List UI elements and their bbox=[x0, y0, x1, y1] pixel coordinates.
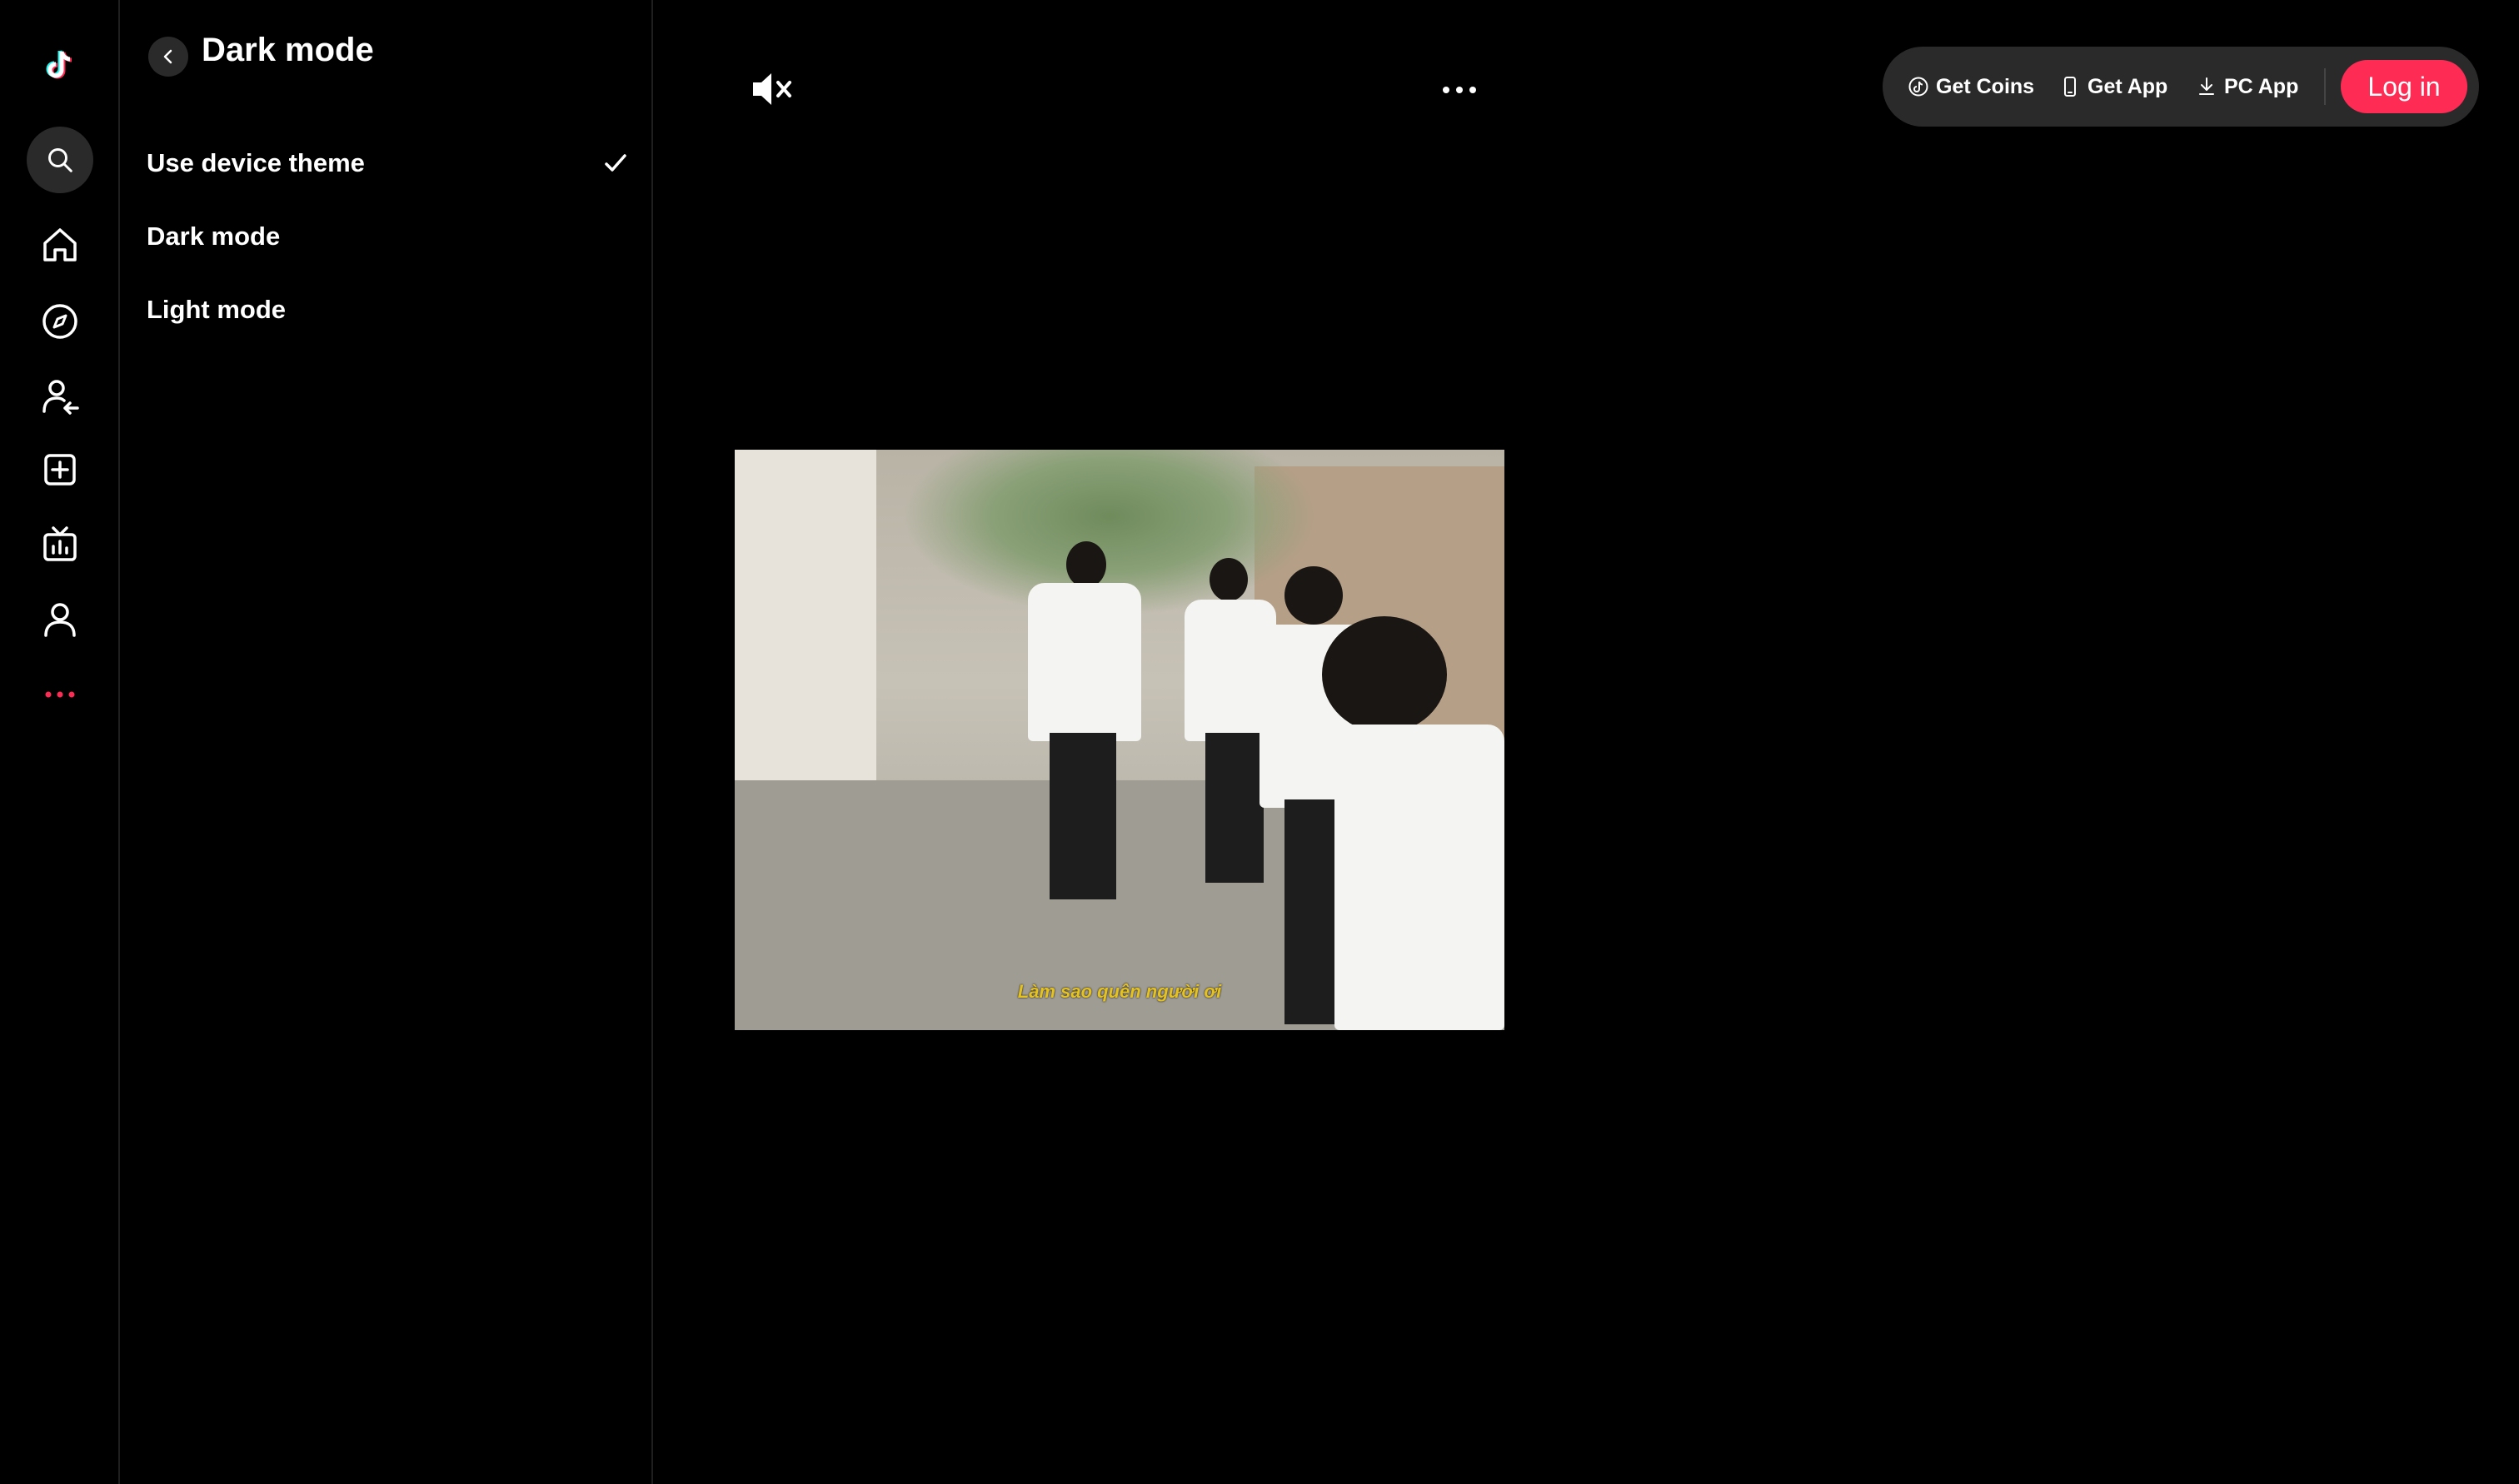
following-icon bbox=[42, 380, 79, 415]
pc-app-label: PC App bbox=[2224, 74, 2299, 98]
home-icon bbox=[43, 228, 77, 261]
login-button[interactable]: Log in bbox=[2341, 60, 2467, 113]
mute-button[interactable] bbox=[750, 68, 796, 110]
get-coins-link[interactable]: Get Coins bbox=[1908, 70, 2034, 103]
get-app-link[interactable]: Get App bbox=[2059, 70, 2167, 103]
panel-title: Dark mode bbox=[202, 32, 374, 68]
video-player[interactable]: Làm sao quên người ơi bbox=[735, 450, 1504, 1030]
home-button[interactable] bbox=[27, 212, 93, 278]
option-light-mode[interactable]: Light mode bbox=[147, 285, 630, 335]
video-figure bbox=[1050, 733, 1116, 899]
option-use-device-theme[interactable]: Use device theme bbox=[147, 138, 630, 188]
icon-rail bbox=[0, 0, 120, 1484]
video-caption: Làm sao quên người ơi bbox=[1017, 981, 1222, 1002]
get-coins-label: Get Coins bbox=[1936, 74, 2035, 98]
tiktok-logo-icon[interactable] bbox=[27, 32, 93, 98]
more-horizontal-icon bbox=[1443, 87, 1476, 93]
video-figure bbox=[1322, 616, 1447, 733]
video-figure bbox=[1066, 541, 1106, 588]
upload-button[interactable] bbox=[27, 436, 93, 503]
theme-settings-panel: Dark mode Use device theme Dark mode Lig… bbox=[120, 0, 653, 1484]
compass-icon bbox=[42, 304, 77, 339]
pc-app-link[interactable]: PC App bbox=[2196, 70, 2298, 103]
live-tv-icon bbox=[43, 526, 77, 561]
top-action-bar: Get Coins Get App PC App Log in bbox=[1883, 47, 2479, 127]
divider bbox=[2324, 68, 2326, 105]
option-label: Light mode bbox=[147, 295, 287, 324]
profile-button[interactable] bbox=[27, 586, 93, 653]
video-more-button[interactable] bbox=[1439, 80, 1479, 100]
muted-speaker-icon bbox=[753, 73, 791, 105]
video-figure bbox=[1210, 558, 1248, 601]
coin-icon bbox=[1908, 77, 1928, 97]
option-dark-mode[interactable]: Dark mode bbox=[147, 212, 630, 261]
option-label: Use device theme bbox=[147, 148, 365, 177]
video-figure bbox=[1028, 583, 1141, 741]
search-button[interactable] bbox=[27, 127, 93, 193]
explore-button[interactable] bbox=[27, 288, 93, 355]
following-button[interactable] bbox=[27, 363, 93, 430]
phone-icon bbox=[2064, 77, 2076, 97]
video-figure bbox=[1284, 566, 1343, 625]
back-button[interactable] bbox=[148, 37, 188, 77]
video-figure bbox=[1205, 733, 1264, 883]
download-icon bbox=[2199, 77, 2214, 95]
checkmark-icon bbox=[605, 154, 626, 172]
more-button[interactable] bbox=[27, 661, 93, 728]
live-button[interactable] bbox=[27, 511, 93, 578]
plus-square-icon bbox=[44, 454, 76, 486]
option-label: Dark mode bbox=[147, 222, 281, 251]
profile-icon bbox=[44, 603, 76, 637]
chevron-left-icon bbox=[163, 49, 172, 64]
search-icon bbox=[48, 148, 72, 172]
more-dots-icon bbox=[45, 691, 75, 698]
get-app-label: Get App bbox=[2088, 74, 2168, 98]
